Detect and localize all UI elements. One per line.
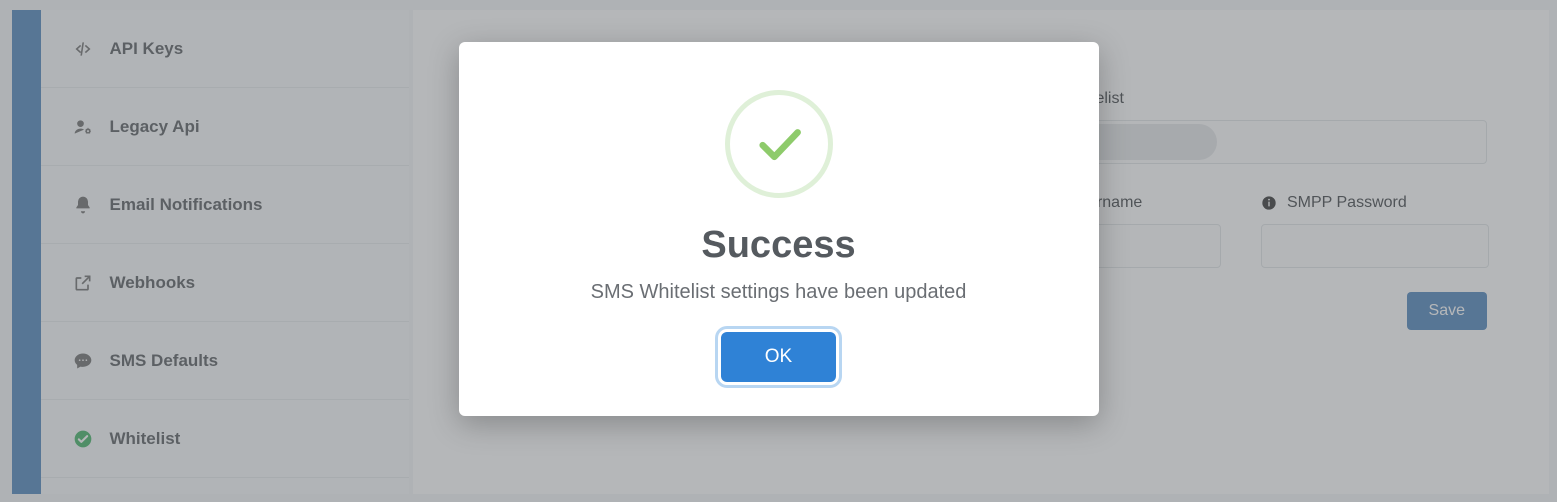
modal-message: SMS Whitelist settings have been updated xyxy=(591,281,967,304)
modal-overlay[interactable]: Success SMS Whitelist settings have been… xyxy=(0,0,1557,502)
success-modal: Success SMS Whitelist settings have been… xyxy=(459,42,1099,416)
modal-title: Success xyxy=(701,224,855,267)
ok-button[interactable]: OK xyxy=(721,332,836,382)
success-check-icon xyxy=(725,90,833,198)
